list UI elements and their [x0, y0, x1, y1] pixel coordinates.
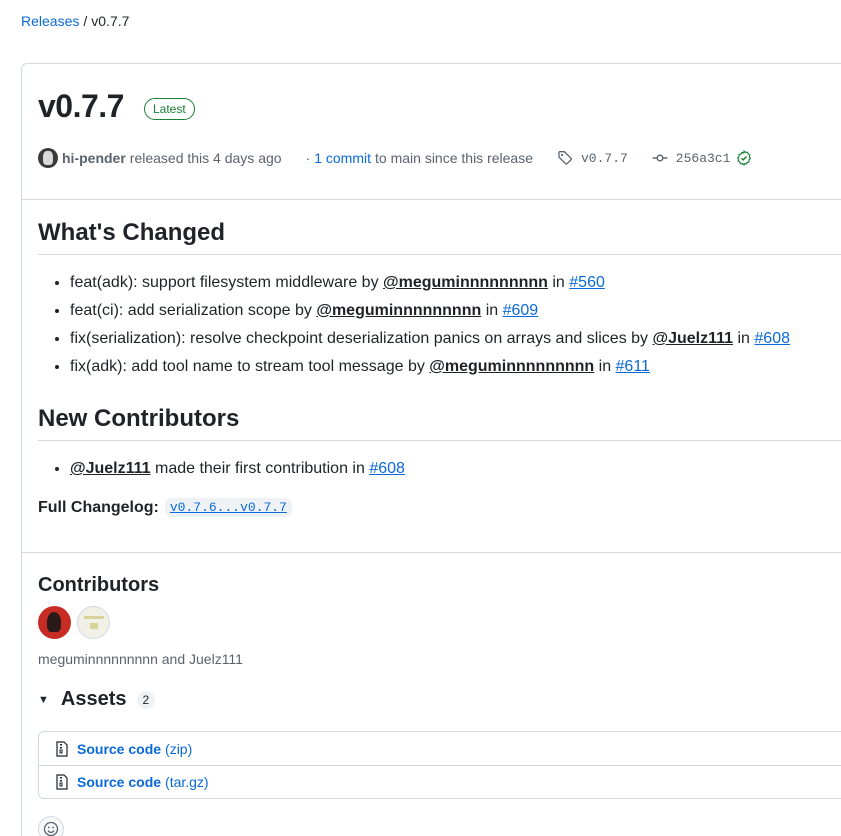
assets-list: Source code (zip) Source code (tar.gz): [38, 731, 841, 799]
pr-link[interactable]: #608: [754, 330, 790, 347]
asset-row[interactable]: Source code (tar.gz): [39, 765, 841, 798]
breadcrumb-releases-link[interactable]: Releases: [21, 13, 79, 29]
commit-icon: [652, 150, 668, 166]
contribution-text: made their first contribution in: [150, 460, 370, 477]
latest-badge: Latest: [143, 97, 195, 120]
list-item: fix(serialization): resolve checkpoint d…: [70, 327, 790, 355]
add-reaction-button[interactable]: [38, 816, 64, 836]
changelog-compare-link[interactable]: v0.7.6...v0.7.7: [164, 498, 292, 517]
assets-toggle[interactable]: ▼ Assets 2: [38, 688, 156, 711]
pr-link[interactable]: #611: [616, 358, 650, 375]
contributors-names: meguminnnnnnnnn and Juelz111: [38, 651, 243, 667]
contributors-heading: Contributors: [38, 574, 160, 596]
release-card: v0.7.7 Latest hi-pender released this 4 …: [21, 63, 841, 836]
caret-down-icon: ▼: [38, 693, 49, 706]
commit-sha: 256a3c1: [675, 150, 731, 166]
new-contributors-heading: New Contributors: [38, 405, 240, 432]
released-text: released this 4 days ago: [129, 150, 282, 166]
file-zip-icon: [55, 774, 69, 790]
new-contributors-rule: [38, 440, 841, 441]
asset-ext[interactable]: (tar.gz): [165, 774, 209, 790]
in-text: in: [481, 302, 503, 319]
assets-heading: Assets: [60, 688, 127, 710]
list-item: @Juelz111 made their first contribution …: [70, 457, 405, 485]
file-zip-icon: [55, 740, 69, 757]
breadcrumb: Releases / v0.7.7: [21, 13, 129, 29]
whats-changed-heading: What's Changed: [38, 219, 226, 246]
commits-link[interactable]: 1 commit: [314, 150, 371, 166]
user-mention[interactable]: @meguminnnnnnnnn: [429, 358, 594, 375]
breadcrumb-separator: /: [83, 13, 88, 29]
list-item: fix(adk): add tool name to stream tool m…: [70, 355, 790, 383]
commits-suffix: to main since this release: [375, 150, 533, 166]
verified-check-icon[interactable]: [736, 150, 752, 166]
asset-ext[interactable]: (zip): [165, 741, 192, 757]
author-avatar[interactable]: [38, 148, 58, 168]
smiley-icon: [43, 821, 59, 836]
list-item: feat(ci): add serialization scope by @me…: [70, 299, 790, 327]
release-meta: hi-pender released this 4 days ago · 1 c…: [38, 148, 752, 168]
asset-row[interactable]: Source code (zip): [39, 732, 841, 765]
change-text: fix(serialization): resolve checkpoint d…: [70, 330, 653, 347]
change-text: feat(adk): support filesystem middleware…: [70, 274, 384, 291]
assets-counter: 2: [136, 690, 156, 709]
changelog-label: Full Changelog: [38, 498, 154, 516]
contributors-avatars: [38, 606, 116, 639]
tag-item[interactable]: v0.7.7: [557, 150, 628, 166]
user-mention[interactable]: @Juelz111: [653, 330, 734, 347]
in-text: in: [547, 274, 570, 291]
whats-changed-rule: [38, 254, 841, 255]
changelog-colon: :: [153, 498, 159, 516]
user-mention[interactable]: @meguminnnnnnnnn: [383, 274, 548, 291]
pr-link[interactable]: #560: [569, 274, 605, 291]
list-item: feat(adk): support filesystem middleware…: [70, 271, 790, 299]
body-divider: [22, 552, 841, 553]
user-mention[interactable]: @Juelz111: [70, 460, 151, 477]
breadcrumb-current: v0.7.7: [91, 13, 130, 29]
tag-icon: [557, 150, 573, 166]
full-changelog: Full Changelog: v0.7.6...v0.7.7: [38, 498, 292, 517]
user-mention[interactable]: @meguminnnnnnnnn: [316, 302, 481, 319]
new-contributors-list: @Juelz111 made their first contribution …: [70, 457, 405, 485]
avatar[interactable]: [38, 606, 71, 639]
release-title[interactable]: v0.7.7: [38, 88, 124, 125]
commit-item[interactable]: 256a3c1: [652, 150, 753, 166]
pr-link[interactable]: #609: [503, 302, 539, 319]
asset-name[interactable]: Source code: [77, 774, 161, 790]
pr-link[interactable]: #608: [369, 460, 405, 477]
avatar[interactable]: [77, 606, 110, 639]
asset-name[interactable]: Source code: [77, 741, 161, 757]
changes-list: feat(adk): support filesystem middleware…: [70, 271, 790, 383]
change-text: feat(ci): add serialization scope by: [70, 302, 317, 319]
author-link[interactable]: hi-pender: [62, 150, 126, 166]
in-text: in: [733, 330, 755, 347]
header-divider: [22, 199, 841, 200]
in-text: in: [594, 358, 616, 375]
meta-dot: ·: [305, 150, 311, 166]
tag-label: v0.7.7: [580, 150, 628, 166]
release-header: v0.7.7 Latest: [38, 88, 195, 125]
change-text: fix(adk): add tool name to stream tool m…: [70, 358, 430, 375]
